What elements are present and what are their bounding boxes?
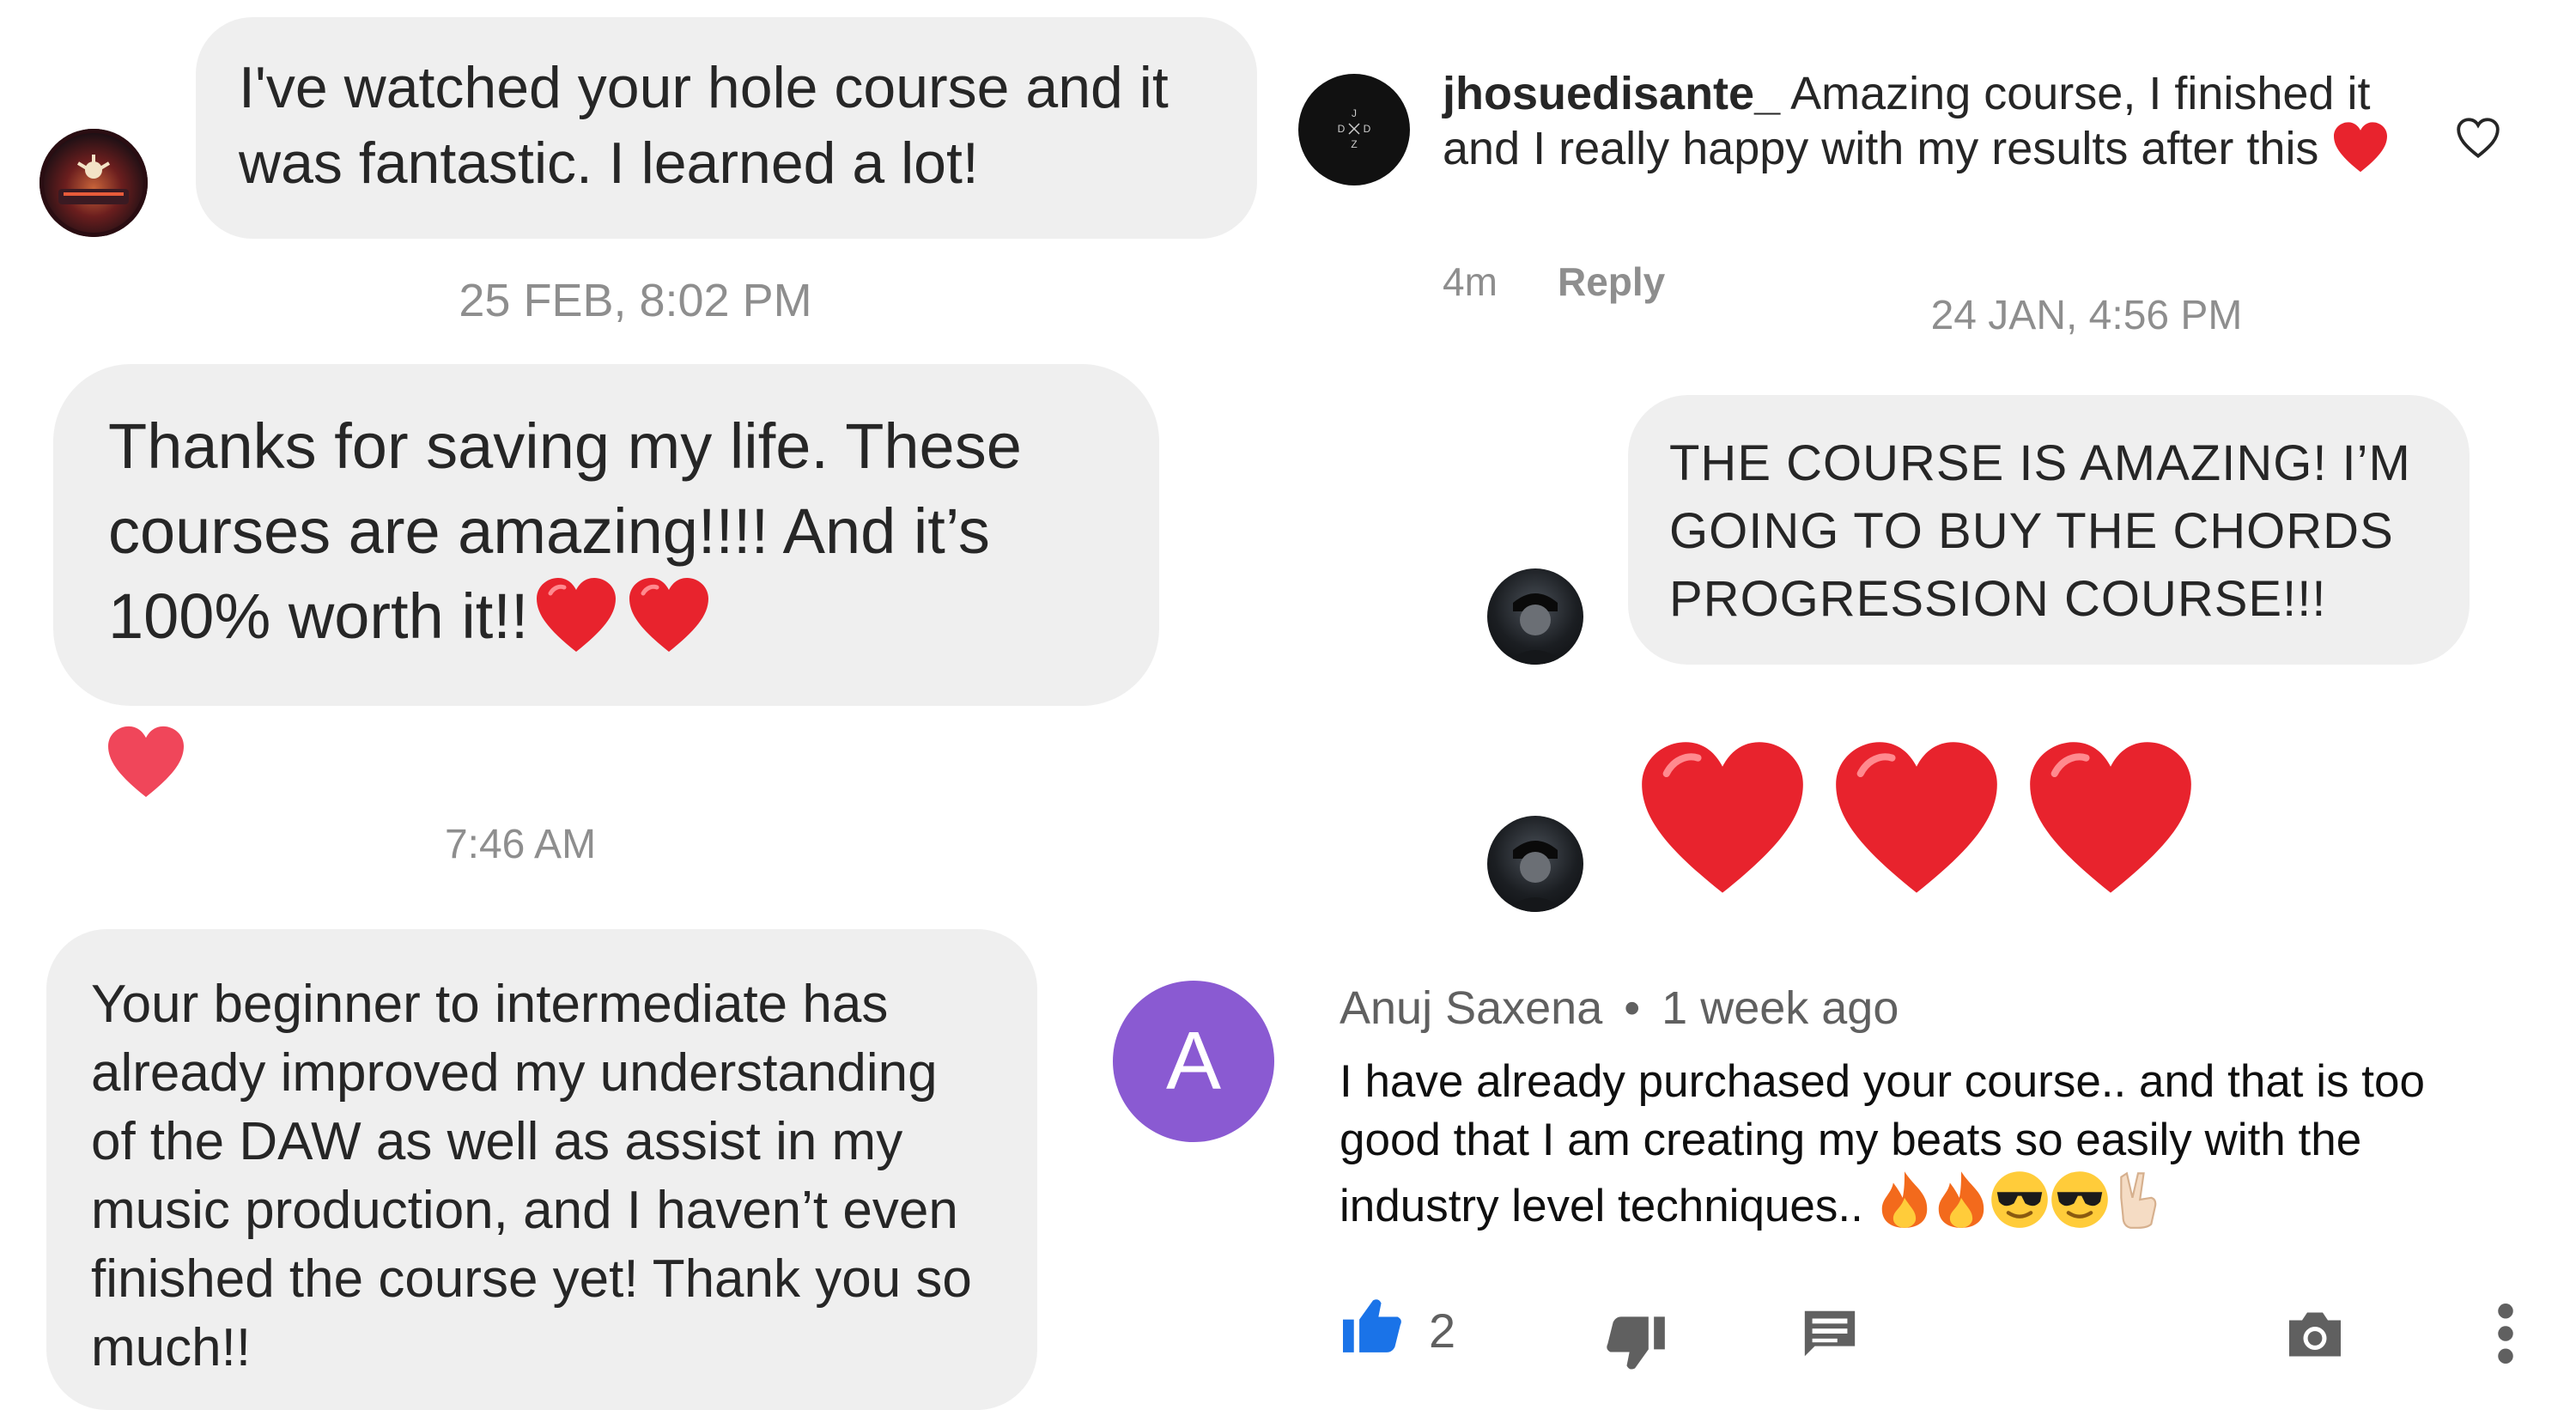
avatar-letter: A: [1165, 1015, 1222, 1107]
svg-text:Z: Z: [1351, 138, 1357, 150]
comment-body: jhosuedisante_ Amazing course, I finishe…: [1443, 67, 2396, 186]
like-count: 2: [1429, 1304, 1456, 1358]
camera-icon: [2289, 1312, 2341, 1357]
message-text: Thanks for saving my life. These courses…: [108, 404, 1104, 659]
commenter-avatar[interactable]: J D D Z: [1298, 74, 1410, 185]
thumbs-down-icon: [1607, 1316, 1665, 1370]
message-bubble[interactable]: I've watched your hole course and it was…: [196, 17, 1257, 239]
message-text: THE COURSE IS AMAZING! I’M GOING TO BUY …: [1669, 435, 2411, 627]
svg-text:J: J: [1352, 107, 1357, 119]
sunglasses-emoji-icon: [1990, 1170, 2050, 1244]
like-comment-icon[interactable]: [2454, 117, 2502, 164]
reply-button[interactable]: Reply: [1558, 258, 1665, 306]
sender-avatar[interactable]: [1487, 816, 1583, 912]
reaction-heart-icon[interactable]: [105, 725, 187, 805]
comment-body: I have already purchased your course.. a…: [1340, 1053, 2524, 1244]
fire-emoji-icon: [1876, 1170, 1933, 1244]
comment-author[interactable]: Anuj Saxena: [1340, 982, 1602, 1034]
comment-time: 4m: [1443, 259, 1498, 304]
big-heart-emoji-icon: [2023, 735, 2198, 908]
person-silhouette-icon: [1504, 593, 1566, 665]
camera-button[interactable]: [2284, 1307, 2346, 1366]
svg-text:D: D: [1364, 123, 1371, 135]
sunglasses-emoji-icon: [2050, 1170, 2110, 1244]
message-bubble[interactable]: Thanks for saving my life. These courses…: [53, 364, 1159, 706]
heart-emoji-icon: [626, 576, 712, 655]
dislike-button[interactable]: [1602, 1314, 1668, 1378]
thumbs-up-icon: [1343, 1299, 1401, 1352]
sender-avatar[interactable]: [39, 129, 148, 237]
reply-button[interactable]: [1800, 1305, 1860, 1366]
message-bubble[interactable]: THE COURSE IS AMAZING! I’M GOING TO BUY …: [1628, 395, 2470, 665]
monogram-logo-icon: J D D Z: [1338, 107, 1371, 150]
more-options-button[interactable]: [2495, 1304, 2516, 1368]
message-timestamp: 7:46 AM: [444, 822, 597, 867]
fire-emoji-icon: [1933, 1170, 1990, 1244]
comment-username[interactable]: jhosuedisante_: [1443, 68, 1780, 119]
comment-header: Anuj Saxena • 1 week ago: [1340, 979, 1899, 1037]
like-button[interactable]: [1340, 1295, 1406, 1359]
message-timestamp: 25 FEB, 8:02 PM: [459, 275, 812, 326]
heart-emoji-icon: [533, 576, 619, 655]
victory-hand-emoji-icon: [2110, 1170, 2166, 1244]
message-timestamp: 24 JAN, 4:56 PM: [1930, 293, 2243, 338]
big-heart-emoji-icon: [1635, 735, 1810, 908]
person-silhouette-icon: [1504, 841, 1566, 912]
heart-emoji-icon: [2331, 121, 2390, 186]
avatar-image-icon: [58, 155, 129, 204]
big-heart-emoji-icon: [1829, 735, 2004, 908]
separator-dot: •: [1624, 982, 1641, 1034]
author-avatar[interactable]: A: [1113, 981, 1274, 1142]
kebab-menu-icon: [2498, 1304, 2513, 1364]
sender-avatar[interactable]: [1487, 568, 1583, 665]
comment-icon: [1804, 1310, 1856, 1357]
message-text: Your beginner to intermediate has alread…: [91, 975, 972, 1377]
comment-time: 1 week ago: [1662, 982, 1899, 1034]
message-bubble[interactable]: Your beginner to intermediate has alread…: [46, 929, 1037, 1410]
message-text: I've watched your hole course and it was…: [239, 55, 1169, 196]
svg-text:D: D: [1338, 123, 1346, 135]
